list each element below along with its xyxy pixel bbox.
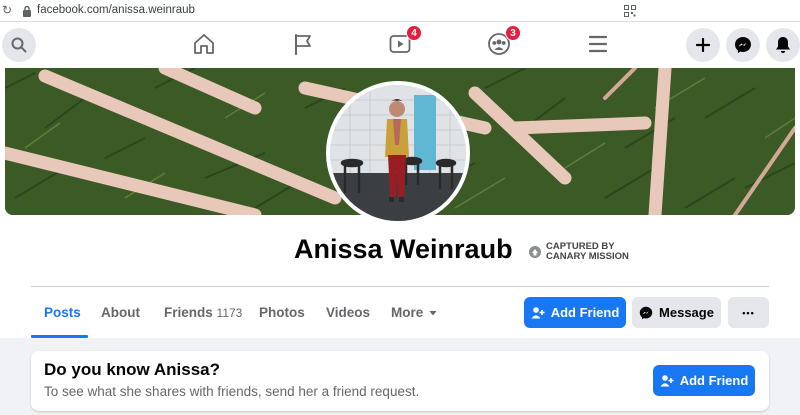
qr-code-icon[interactable]: [624, 4, 636, 22]
profile-name: Anissa Weinraub: [294, 234, 513, 264]
add-friend-icon: [660, 374, 674, 386]
url-text[interactable]: facebook.com/anissa.weinraub: [37, 4, 195, 16]
menu-nav-button[interactable]: [584, 30, 612, 58]
tab-posts[interactable]: Posts: [44, 305, 81, 320]
card-title: Do you know Anissa?: [44, 360, 221, 379]
lock-icon[interactable]: [22, 4, 32, 22]
flag-icon: [295, 34, 311, 55]
tab-photos[interactable]: Photos: [259, 305, 305, 320]
browser-address-bar: ↻ facebook.com/anissa.weinraub: [0, 0, 800, 22]
search-button[interactable]: [2, 28, 36, 62]
card-subtitle: To see what she shares with friends, sen…: [44, 384, 420, 399]
search-icon: [11, 37, 27, 53]
watch-notification-badge: 4: [406, 25, 422, 41]
message-button[interactable]: Message: [632, 297, 721, 328]
tab-more[interactable]: More: [391, 305, 438, 320]
more-options-icon: •••: [742, 307, 755, 318]
add-friend-icon: [531, 306, 545, 318]
card-add-friend-label: Add Friend: [679, 373, 749, 388]
home-nav-button[interactable]: [190, 30, 218, 58]
pages-nav-button[interactable]: [289, 30, 317, 58]
tab-friends-label: Friends: [164, 305, 213, 320]
tab-about[interactable]: About: [101, 305, 140, 320]
tab-more-label: More: [391, 305, 424, 320]
tab-videos[interactable]: Videos: [326, 305, 370, 320]
profile-picture[interactable]: [326, 81, 470, 225]
groups-notification-badge: 3: [505, 25, 521, 41]
plus-icon: [696, 38, 710, 52]
friend-suggestion-card: Do you know Anissa? To see what she shar…: [31, 351, 769, 411]
messenger-button[interactable]: [726, 28, 760, 62]
messenger-icon: [639, 306, 653, 319]
home-icon: [194, 34, 214, 54]
add-friend-label: Add Friend: [550, 305, 620, 320]
profile-header-divider: [31, 286, 769, 287]
messenger-icon: [735, 37, 751, 53]
tab-friends[interactable]: Friends 1173: [164, 305, 242, 320]
groups-nav-button[interactable]: 3: [485, 25, 521, 58]
bell-icon: [776, 37, 790, 53]
more-options-button[interactable]: •••: [728, 297, 769, 328]
hamburger-menu-icon: [588, 35, 608, 53]
card-add-friend-button[interactable]: Add Friend: [653, 365, 755, 396]
friends-count: 1173: [216, 306, 243, 320]
facebook-top-nav: 4 3: [0, 22, 800, 68]
create-button[interactable]: [686, 28, 720, 62]
watermark-line-2: CANARY MISSION: [546, 251, 629, 262]
notifications-button[interactable]: [766, 28, 800, 62]
message-label: Message: [659, 305, 714, 320]
watermark-logo-icon: [529, 246, 541, 258]
caret-down-icon: [429, 310, 437, 315]
canary-mission-watermark: CAPTURED BY CANARY MISSION: [528, 242, 629, 262]
add-friend-button[interactable]: Add Friend: [524, 297, 626, 328]
reload-icon[interactable]: ↻: [2, 3, 12, 17]
watch-nav-button[interactable]: 4: [386, 25, 422, 58]
